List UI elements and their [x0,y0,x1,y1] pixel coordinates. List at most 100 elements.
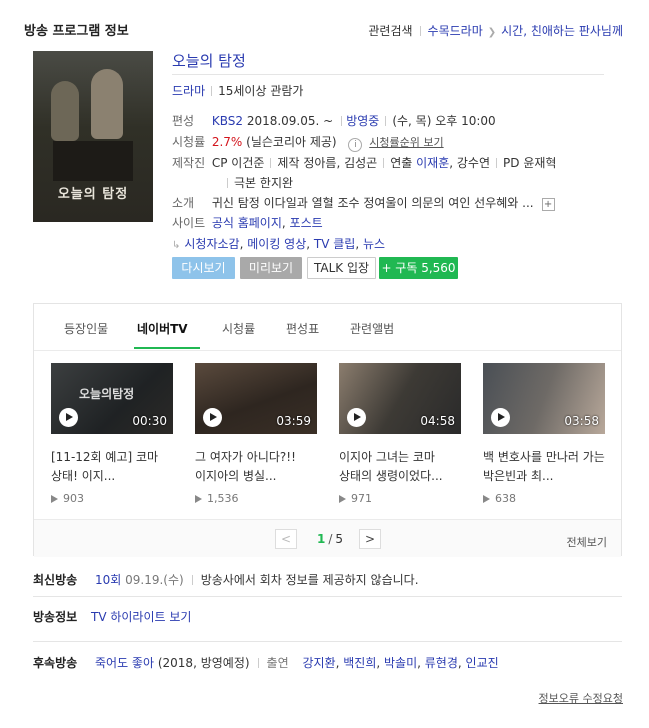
video-title[interactable]: 그 여자가 아니다?!! 이지아의 병실... [195,448,317,486]
thumbnail-overlay-text: 오늘의탐정 [79,387,135,401]
synopsis-row: 소개 귀신 탐정 이다일과 열혈 조수 정여울이 의문의 여인 선우혜와 ...… [172,194,555,211]
sub-arrow-icon: ↳ [172,240,181,251]
synopsis-text: 귀신 탐정 이다일과 열혈 조수 정여울이 의문의 여인 선우혜와 ... [211,196,534,210]
related-label: 관련검색 [368,24,413,38]
tv-clip-link[interactable]: TV 클립 [314,237,355,251]
synopsis-label: 소개 [172,196,195,210]
play-count-icon [51,495,58,503]
video-title[interactable]: 이지아 그녀는 코마 상태의 생령이었다... [339,448,461,486]
view-all-link[interactable]: 전체보기 [567,534,607,550]
channel-link[interactable]: KBS2 [212,114,243,128]
viewer-review-link[interactable]: 시청자소감 [184,237,239,251]
video-duration: 04:58 [420,414,455,428]
active-tab-indicator [134,347,200,349]
age-rating: 15세이상 관람가 [218,84,304,98]
video-duration: 03:58 [564,414,599,428]
following-label: 후속방송 [33,656,78,670]
latest-episode-link[interactable]: 10회 [95,573,121,587]
broadcast-info-row: 방송정보 TV 하이라이트 보기 [33,608,191,625]
related-link-wed-thu-drama[interactable]: 수목드라마 [428,24,483,38]
related-link-judge[interactable]: 시간, 친애하는 판사님께 [501,24,623,38]
cast-link[interactable]: 인교진 [466,656,499,670]
play-icon[interactable] [59,408,78,427]
pagination: < 1/5 > 전체보기 [34,519,621,557]
crew-name: 강수연 [456,156,491,170]
video-thumbnail[interactable]: 03:58 [483,363,605,434]
prev-page-button[interactable]: < [275,529,297,549]
video-views: 638 [483,492,605,505]
cast-link[interactable]: 백진희 [343,656,376,670]
tab-albums[interactable]: 관련앨범 [350,320,394,337]
crew-name: 이건준 [231,156,265,170]
tv-highlight-link[interactable]: TV 하이라이트 보기 [91,610,191,624]
video-title[interactable]: [11-12회 예고] 코마 상태! 이지... [51,448,173,486]
latest-label: 최신방송 [33,573,78,587]
program-poster[interactable]: 오늘의 탐정 [33,51,153,222]
crew-row: 제작진 CP 이건준 제작 정아름, 김성곤 연출 이재훈, 강수연 PD 윤재혁 [172,156,557,170]
divider [33,596,622,597]
video-thumbnail[interactable]: 오늘의탐정 00:30 [51,363,173,434]
director-link[interactable]: 이재훈 [416,156,449,170]
airtime: (수, 목) 오후 10:00 [392,114,496,128]
tab-schedule[interactable]: 편성표 [286,320,319,337]
status-link[interactable]: 방영중 [346,114,379,128]
crew-role: 극본 [234,176,257,190]
talk-button[interactable]: TALK 입장 [307,257,376,279]
report-error-link[interactable]: 정보오류 수정요청 [539,690,623,706]
tab-ratings[interactable]: 시청률 [222,320,255,337]
crew-row-2: 극본 한지완 [227,174,293,191]
poster-title-text: 오늘의 탐정 [57,187,129,202]
making-video-link[interactable]: 메이킹 영상 [247,237,306,251]
play-icon[interactable] [347,408,366,427]
related-search: 관련검색 수목드라마 ❯ 시간, 친애하는 판사님께 [368,22,623,39]
play-icon[interactable] [203,408,222,427]
news-link[interactable]: 뉴스 [363,237,385,251]
info-icon[interactable]: i [348,138,363,152]
following-title-link[interactable]: 죽어도 좋아 [95,656,154,670]
play-icon[interactable] [491,408,510,427]
cast-link[interactable]: 강지환 [302,656,335,670]
video-duration: 03:59 [276,414,311,428]
genre-link[interactable]: 드라마 [172,84,205,98]
schedule-label: 편성 [172,114,195,128]
cast-link[interactable]: 류현경 [425,656,458,670]
schedule-row: 편성 KBS2 2018.09.05. ~ 방영중 (수, 목) 오후 10:00 [172,112,496,129]
crew-label: 제작진 [172,156,206,170]
crew-name: 윤재혁 [523,156,557,170]
divider [172,74,604,75]
preview-button[interactable]: 미리보기 [240,257,302,279]
replay-button[interactable]: 다시보기 [172,257,235,279]
next-page-button[interactable]: > [359,529,381,549]
view-count: 1,536 [207,492,239,505]
media-panel: 등장인물 네이버TV 시청률 편성표 관련앨범 오늘의탐정 00:30 [11-… [33,303,622,557]
post-link[interactable]: 포스트 [290,216,323,230]
video-card[interactable]: 오늘의탐정 00:30 [11-12회 예고] 코마 상태! 이지... 903 [51,363,173,505]
cast-link[interactable]: 박솔미 [384,656,417,670]
crew-name: 정아름, 김성곤 [303,156,378,170]
sub-links-row: ↳ 시청자소감, 메이킹 영상, TV 클립, 뉴스 [172,237,386,251]
crew-role: 제작 [277,156,300,170]
view-count: 903 [63,492,84,505]
latest-date: 09.19.(수) [125,573,184,587]
expand-plus-icon[interactable]: + [541,198,555,211]
tab-characters[interactable]: 등장인물 [64,320,108,337]
latest-note: 방송사에서 회차 정보를 제공하지 않습니다. [200,573,419,587]
video-title[interactable]: 백 변호사를 만나러 가는 박은빈과 최... [483,448,605,486]
viewership-ranking-link[interactable]: 시청률순위 보기 [369,136,443,149]
view-count: 971 [351,492,372,505]
tab-naver-tv[interactable]: 네이버TV [137,320,188,337]
current-page: 1 [317,532,326,546]
video-card[interactable]: 03:59 그 여자가 아니다?!! 이지아의 병실... 1,536 [195,363,317,505]
total-pages: 5 [335,532,344,546]
video-card[interactable]: 04:58 이지아 그녀는 코마 상태의 생령이었다... 971 [339,363,461,505]
section-title: 방송 프로그램 정보 [24,24,129,39]
video-thumbnail[interactable]: 03:59 [195,363,317,434]
following-meta: (2018, 방영예정) [157,656,250,670]
genre-line: 드라마 15세이상 관람가 [172,82,303,99]
video-card[interactable]: 03:58 백 변호사를 만나러 가는 박은빈과 최... 638 [483,363,605,505]
page-indicator: 1/5 [317,532,344,546]
official-homepage-link[interactable]: 공식 홈페이지 [212,216,282,230]
subscribe-button[interactable]: + 구독 5,560 [379,257,458,279]
video-thumbnail[interactable]: 04:58 [339,363,461,434]
program-title[interactable]: 오늘의 탐정 [172,50,246,71]
